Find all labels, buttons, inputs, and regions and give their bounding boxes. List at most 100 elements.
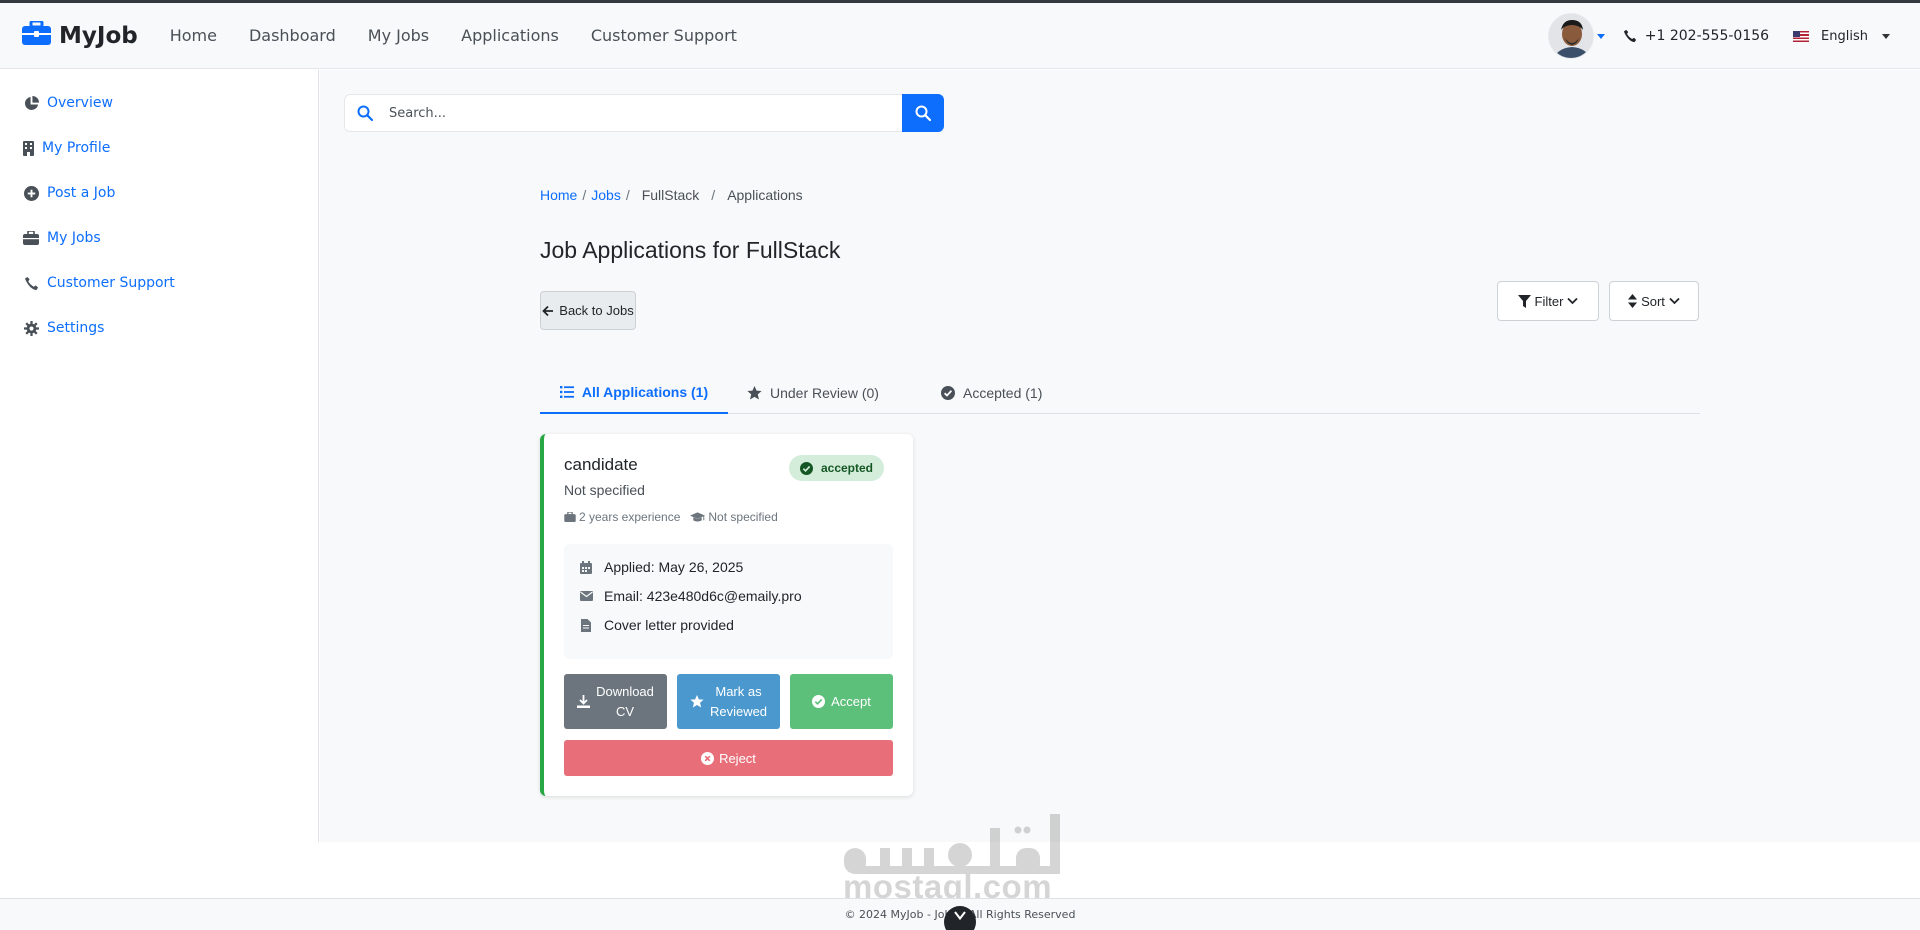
application-details: Applied: May 26, 2025 Email: 423e480d6c@… [564, 544, 893, 659]
tab-under-review[interactable]: Under Review (0) [747, 372, 879, 414]
avatar-dropdown-caret-icon[interactable] [1596, 33, 1605, 39]
education-text: Not specified [708, 510, 778, 524]
sidebar-item-my-jobs[interactable]: My Jobs [23, 230, 101, 246]
education-meta: Not specified [690, 510, 778, 524]
plus-circle-icon [23, 185, 39, 201]
nav-dashboard[interactable]: Dashboard [249, 26, 336, 45]
check-circle-icon [799, 461, 813, 475]
sort-button[interactable]: Sort [1609, 281, 1699, 321]
sidebar-item-settings[interactable]: Settings [23, 320, 104, 336]
chevron-down-icon [1567, 297, 1579, 305]
application-card: candidate Not specified accepted 2 years… [540, 434, 913, 796]
mark-reviewed-line1: Mark as [715, 683, 762, 699]
star-icon [690, 695, 704, 708]
tab-label: Under Review (0) [770, 385, 879, 401]
search-icon [357, 105, 373, 121]
sidebar-item-my-profile[interactable]: My Profile [23, 140, 110, 156]
chevron-down-icon [954, 911, 966, 920]
sort-icon [1628, 294, 1638, 308]
brand-logo[interactable]: MyJob [22, 19, 138, 50]
breadcrumb-separator: / [582, 187, 587, 203]
star-icon [747, 386, 762, 400]
breadcrumb: Home / Jobs / FullStack / Applications [540, 187, 803, 203]
nav-customer-support[interactable]: Customer Support [591, 26, 737, 45]
filter-button[interactable]: Filter [1497, 281, 1599, 321]
sidebar-item-customer-support[interactable]: Customer Support [23, 275, 175, 291]
email-row: Email: 423e480d6c@emaily.pro [578, 588, 802, 604]
breadcrumb-separator: / [711, 187, 716, 203]
download-cv-label: Download CV [596, 682, 654, 722]
sidebar: Overview My Profile Post a Job My Jobs C… [0, 70, 319, 842]
status-badge: accepted [789, 455, 884, 481]
phone-icon [1623, 29, 1636, 43]
arrow-left-icon [542, 305, 554, 316]
candidate-title: Not specified [564, 482, 645, 498]
header-right: +1 202-555-0156 English [1547, 3, 1890, 69]
mark-reviewed-line2: Reviewed [709, 703, 768, 719]
candidate-email[interactable]: Email: 423e480d6c@emaily.pro [604, 588, 802, 604]
building-icon [23, 140, 34, 156]
briefcase-icon [23, 230, 39, 246]
experience-meta: 2 years experience [564, 510, 680, 524]
sidebar-item-label: Settings [47, 320, 105, 336]
download-cv-line2: CV [615, 703, 635, 719]
sidebar-item-label: My Jobs [47, 230, 101, 246]
tab-label: Accepted (1) [963, 385, 1043, 401]
applied-date-row: Applied: May 26, 2025 [578, 559, 743, 575]
list-icon [559, 386, 574, 398]
status-label: accepted [820, 461, 874, 475]
download-cv-button[interactable]: Download CV [564, 674, 667, 729]
envelope-icon [578, 591, 594, 601]
search-button[interactable] [902, 94, 944, 132]
scroll-down-button[interactable] [944, 906, 976, 930]
mark-reviewed-button[interactable]: Mark as Reviewed [677, 674, 780, 729]
back-to-jobs-button[interactable]: Back to Jobs [540, 291, 636, 330]
search-bar [344, 94, 904, 132]
phone-icon [23, 275, 39, 291]
breadcrumb-jobs[interactable]: Jobs [591, 187, 621, 203]
download-icon [577, 695, 591, 708]
sidebar-item-post-a-job[interactable]: Post a Job [23, 185, 115, 201]
sidebar-item-label: Post a Job [47, 185, 116, 201]
chevron-down-icon [1882, 33, 1890, 39]
breadcrumb-separator: / [625, 187, 630, 203]
sort-label: Sort [1641, 293, 1665, 309]
back-to-jobs-label: Back to Jobs [559, 303, 634, 318]
candidate-meta: 2 years experience Not specified [564, 510, 788, 524]
calendar-icon [578, 560, 594, 574]
phone-number: +1 202-555-0156 [1644, 28, 1770, 44]
reject-button[interactable]: Reject [564, 740, 893, 776]
nav-my-jobs[interactable]: My Jobs [368, 26, 429, 45]
cover-letter-row: Cover letter provided [578, 617, 734, 633]
pie-chart-icon [23, 95, 39, 111]
close-circle-icon [701, 751, 715, 765]
graduation-cap-icon [690, 511, 706, 521]
cover-letter-status: Cover letter provided [604, 617, 734, 633]
tab-accepted[interactable]: Accepted (1) [941, 372, 1042, 414]
filter-label: Filter [1534, 293, 1564, 309]
brand-name: MyJob [59, 22, 138, 49]
filter-icon [1517, 294, 1531, 308]
accept-label: Accept [831, 693, 871, 709]
language-selector[interactable]: English [1793, 29, 1890, 44]
search-input[interactable] [389, 105, 869, 121]
sidebar-item-overview[interactable]: Overview [23, 95, 113, 111]
page-title: Job Applications for FullStack [540, 237, 841, 263]
tab-all-applications[interactable]: All Applications (1) [540, 372, 728, 414]
briefcase-icon [22, 19, 51, 50]
gear-icon [23, 320, 39, 336]
avatar[interactable] [1547, 13, 1594, 59]
check-circle-icon [812, 695, 826, 708]
breadcrumb-home[interactable]: Home [540, 187, 577, 203]
support-phone[interactable]: +1 202-555-0156 [1623, 28, 1769, 44]
main-nav: Home Dashboard My Jobs Applications Cust… [170, 26, 769, 45]
accept-button[interactable]: Accept [790, 674, 893, 729]
sidebar-item-label: Overview [47, 95, 113, 111]
check-circle-icon [941, 386, 955, 400]
language-label: English [1821, 28, 1868, 44]
nav-home[interactable]: Home [170, 26, 217, 45]
sidebar-item-label: Customer Support [47, 275, 175, 291]
breadcrumb-fullstack: FullStack [641, 187, 700, 203]
nav-applications[interactable]: Applications [461, 26, 559, 45]
chevron-down-icon [1669, 297, 1680, 305]
